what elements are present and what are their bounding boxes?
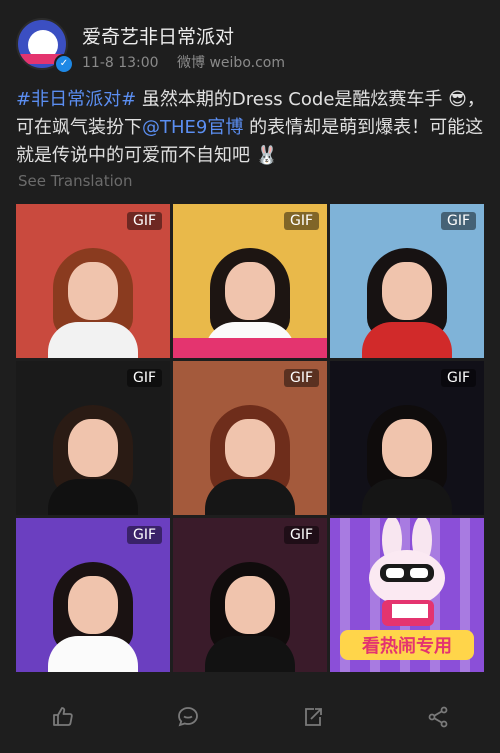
gif-thumbnail-1[interactable]: GIF: [16, 204, 170, 358]
post-meta: 11-8 13:00 微博 weibo.com: [82, 52, 299, 72]
gif-thumbnail-5[interactable]: GIF: [173, 361, 327, 515]
person-image: [48, 401, 138, 515]
gif-badge: GIF: [126, 526, 162, 544]
gif-thumbnail-2[interactable]: GIF: [173, 204, 327, 358]
person-image: [205, 401, 295, 515]
post-time: 11-8 13:00: [82, 55, 159, 71]
repost-icon[interactable]: [298, 702, 328, 732]
username[interactable]: 爱奇艺非日常派对: [82, 22, 234, 49]
gif-badge: GIF: [440, 212, 476, 230]
gif-badge: GIF: [126, 212, 162, 230]
post-text: #非日常派对# 虽然本期的Dress Code是酷炫赛车手 😎，可在飒气装扮下@…: [16, 86, 486, 170]
person-image: [362, 244, 452, 358]
post-source: 微博 weibo.com: [177, 55, 285, 71]
gif-thumbnail-3[interactable]: GIF: [330, 204, 484, 358]
mention-link[interactable]: @THE9官博: [142, 117, 243, 138]
bunny-emoji-icon: 🐰: [255, 145, 279, 166]
gif-badge: GIF: [283, 369, 319, 387]
action-bar: [0, 692, 500, 742]
gif-badge: GIF: [126, 369, 162, 387]
thumbs-up-icon[interactable]: [48, 702, 78, 732]
person-image: [48, 244, 138, 358]
sticker-caption: 看热闹专用: [362, 636, 452, 657]
hashtag-link[interactable]: #非日常派对#: [16, 89, 136, 110]
share-icon[interactable]: [423, 702, 453, 732]
comment-icon[interactable]: [173, 702, 203, 732]
gif-thumbnail-4[interactable]: GIF: [16, 361, 170, 515]
sticker-image[interactable]: 看热闹专用: [330, 518, 484, 672]
gif-badge: GIF: [283, 212, 319, 230]
sunglasses-emoji-icon: 😎: [448, 89, 467, 110]
image-grid: GIF GIF GIF GIF GIF GIF GIF GIF 看热闹专用: [16, 204, 484, 672]
verified-badge-icon: ✓: [54, 54, 74, 74]
gif-badge: GIF: [440, 369, 476, 387]
post-text-part-1: 虽然本期的Dress Code是酷炫赛车手: [136, 89, 443, 110]
person-image: [48, 558, 138, 672]
gif-thumbnail-7[interactable]: GIF: [16, 518, 170, 672]
person-image: [362, 401, 452, 515]
post-header: ✓ 爱奇艺非日常派对 11-8 13:00 微博 weibo.com: [16, 18, 486, 74]
gif-thumbnail-6[interactable]: GIF: [330, 361, 484, 515]
person-image: [205, 558, 295, 672]
see-translation-link[interactable]: See Translation: [18, 172, 132, 190]
gif-badge: GIF: [283, 526, 319, 544]
gif-thumbnail-8[interactable]: GIF: [173, 518, 327, 672]
